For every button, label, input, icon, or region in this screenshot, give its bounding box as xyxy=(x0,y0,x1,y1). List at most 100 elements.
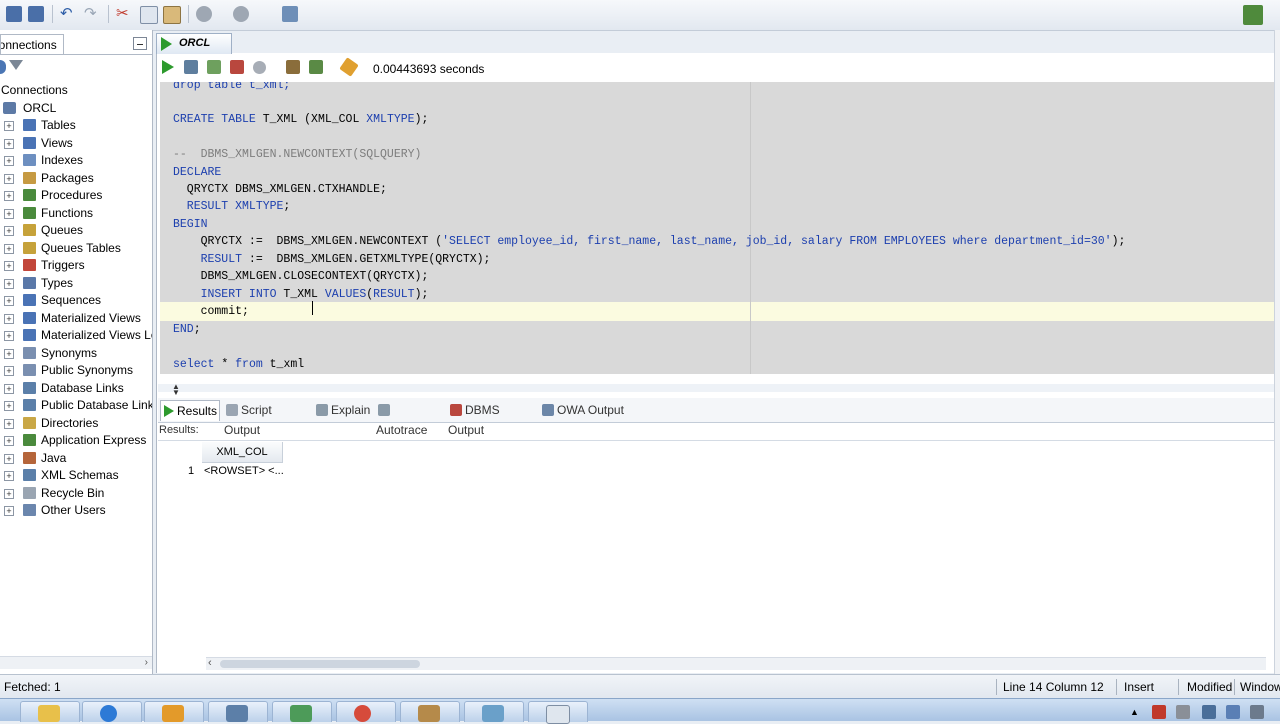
expand-icon[interactable]: + xyxy=(4,191,14,201)
sql-history-icon[interactable] xyxy=(286,60,300,74)
scrollbar-thumb[interactable] xyxy=(220,660,420,668)
expand-icon[interactable]: + xyxy=(4,348,14,359)
tree-item-functions[interactable]: + Functions xyxy=(0,205,152,222)
connections-tab[interactable]: Connections xyxy=(0,34,64,55)
clear-icon[interactable] xyxy=(339,57,359,77)
expand-icon[interactable]: + xyxy=(4,383,14,394)
tree-item-directories[interactable]: + Directories xyxy=(0,415,152,432)
tree-item-synonyms[interactable]: + Synonyms xyxy=(0,345,152,362)
taskbar-chrome[interactable] xyxy=(336,701,396,722)
expand-icon[interactable]: + xyxy=(4,331,14,341)
tree-item-materialized-views[interactable]: + Materialized Views xyxy=(0,310,152,327)
expand-icon[interactable]: + xyxy=(4,401,14,411)
tab-results[interactable]: Results xyxy=(160,400,220,421)
sql-worksheet-icon[interactable] xyxy=(282,6,298,22)
tree-item-queues-tables[interactable]: + Queues Tables xyxy=(0,240,152,257)
tree-item-database-links[interactable]: + Database Links xyxy=(0,380,152,397)
expand-icon[interactable]: + xyxy=(4,436,14,446)
expand-icon[interactable]: + xyxy=(4,243,14,254)
run-statement-icon[interactable] xyxy=(162,60,174,74)
update-check-icon[interactable] xyxy=(1243,5,1263,25)
tray-flag-icon[interactable] xyxy=(1226,705,1240,719)
tree-item-queues[interactable]: + Queues xyxy=(0,222,152,239)
copy-icon[interactable] xyxy=(140,6,158,24)
tree-item-indexes[interactable]: + Indexes xyxy=(0,152,152,169)
expand-icon[interactable]: + xyxy=(4,366,14,376)
expand-icon[interactable]: + xyxy=(4,121,14,131)
expand-icon[interactable]: + xyxy=(4,506,14,516)
vertical-scrollbar[interactable] xyxy=(1274,30,1280,674)
run-script-icon[interactable] xyxy=(184,60,198,74)
tab-script-output[interactable]: Script Output xyxy=(224,400,310,437)
back-icon[interactable] xyxy=(196,6,212,22)
tree-root-connections[interactable]: Connections xyxy=(0,82,152,99)
tree-item-java[interactable]: + Java xyxy=(0,450,152,467)
filter-icon[interactable] xyxy=(9,60,23,70)
tree-item-public-database-links[interactable]: + Public Database Links xyxy=(0,397,152,414)
tree-item-packages[interactable]: + Packages xyxy=(0,170,152,187)
tab-dbms-output[interactable]: DBMS Output xyxy=(448,400,534,437)
tree-item-public-synonyms[interactable]: + Public Synonyms xyxy=(0,362,152,379)
undo-icon[interactable]: ↶ xyxy=(60,6,76,22)
save-all-icon[interactable] xyxy=(28,6,44,22)
tree-item-recycle-bin[interactable]: + Recycle Bin xyxy=(0,485,152,502)
expand-icon[interactable]: + xyxy=(4,226,14,236)
editor-tab-orcl[interactable]: ORCL xyxy=(156,33,232,54)
tree-item-xml-schemas[interactable]: + XML Schemas xyxy=(0,467,152,484)
scroll-left-arrow[interactable]: ‹ xyxy=(208,657,212,669)
expand-icon[interactable]: + xyxy=(4,313,14,324)
tab-explain[interactable]: Explain xyxy=(314,400,372,420)
tree-item-other-users[interactable]: + Other Users xyxy=(0,502,152,519)
xml-col-cell[interactable]: <ROWSET> <... xyxy=(204,465,284,477)
cancel-icon[interactable] xyxy=(253,61,266,74)
tray-volume-icon[interactable] xyxy=(1250,705,1264,719)
commit-icon[interactable] xyxy=(207,60,221,74)
minimize-panel-button[interactable] xyxy=(133,37,147,50)
tree-item-application-express[interactable]: + Application Express xyxy=(0,432,152,449)
tree-connection-orcl[interactable]: ORCL xyxy=(0,100,152,117)
tray-arrow-icon[interactable]: ▲ xyxy=(1130,707,1139,717)
tab-autotrace[interactable]: Autotrace xyxy=(376,400,444,437)
expand-icon[interactable]: + xyxy=(4,278,14,289)
taskbar-window-1[interactable] xyxy=(208,701,268,722)
tree-item-tables[interactable]: + Tables xyxy=(0,117,152,134)
add-connection-icon[interactable] xyxy=(0,60,6,74)
taskbar-media[interactable] xyxy=(144,701,204,722)
expand-icon[interactable]: + xyxy=(4,208,14,219)
expand-icon[interactable]: + xyxy=(4,488,14,499)
taskbar-ie[interactable] xyxy=(82,701,142,722)
expand-icon[interactable]: + xyxy=(4,471,14,481)
panel-splitter[interactable]: ▲ ▼ xyxy=(158,382,1274,397)
collapse-down-icon[interactable]: ▼ xyxy=(172,388,180,397)
rollback-icon[interactable] xyxy=(230,60,244,74)
expand-icon[interactable]: + xyxy=(4,296,14,306)
expand-icon[interactable]: + xyxy=(4,453,14,464)
tray-usb-icon[interactable] xyxy=(1176,705,1190,719)
paste-icon[interactable] xyxy=(163,6,181,24)
expand-icon[interactable]: + xyxy=(4,156,14,166)
tree-item-triggers[interactable]: + Triggers xyxy=(0,257,152,274)
taskbar-window-3[interactable] xyxy=(464,701,524,722)
expand-icon[interactable]: + xyxy=(4,138,14,149)
tray-antivirus-icon[interactable] xyxy=(1152,705,1166,719)
cut-icon[interactable]: ✂ xyxy=(116,6,132,22)
taskbar-explorer[interactable] xyxy=(20,701,80,722)
tab-owa-output[interactable]: OWA Output xyxy=(540,400,626,420)
tree-item-views[interactable]: + Views xyxy=(0,135,152,152)
tray-network-icon[interactable] xyxy=(1202,705,1216,719)
redo-icon[interactable]: ↷ xyxy=(84,6,100,22)
scroll-right-arrow[interactable]: › xyxy=(145,657,148,668)
expand-icon[interactable]: + xyxy=(4,418,14,429)
sql-editor[interactable]: drop table t_xml; CREATE TABLE T_XML (XML… xyxy=(160,82,1274,374)
explain-plan-icon[interactable] xyxy=(309,60,323,74)
tree-item-procedures[interactable]: + Procedures xyxy=(0,187,152,204)
tree-item-types[interactable]: + Types xyxy=(0,275,152,292)
tree-item-sequences[interactable]: + Sequences xyxy=(0,292,152,309)
expand-icon[interactable]: + xyxy=(4,173,14,184)
save-icon[interactable] xyxy=(6,6,22,22)
expand-icon[interactable]: + xyxy=(4,261,14,271)
taskbar-sqldeveloper[interactable] xyxy=(400,701,460,722)
tree-item-materialized-views-lo[interactable]: + Materialized Views Lo xyxy=(0,327,152,344)
taskbar-window-2[interactable] xyxy=(272,701,332,722)
taskbar-window-4[interactable] xyxy=(528,701,588,724)
